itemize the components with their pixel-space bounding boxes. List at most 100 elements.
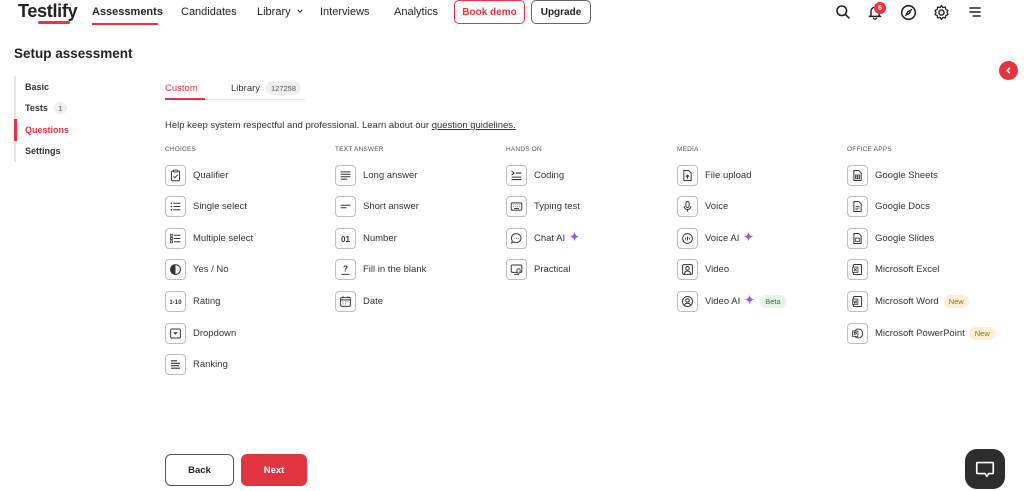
question-type-label: Google Docs [875,201,930,213]
question-type-label: Short answer [363,201,419,213]
step-tests[interactable]: Tests 1 [14,97,144,119]
step-questions[interactable]: Questions [14,119,144,141]
question-type-label: Video [705,264,730,276]
slides-icon [847,227,868,249]
question-type-label: Practical [534,264,571,276]
library-count-badge: 127258 [266,81,302,95]
compass-icon[interactable] [899,3,917,21]
question-type-voice[interactable]: Voice [677,196,728,218]
nav-assessments[interactable]: Assessments [92,6,163,18]
question-type-label: Single select [193,201,247,213]
step-settings[interactable]: Settings [14,140,144,162]
question-type-qualifier[interactable]: Qualifier [165,164,228,186]
svg-text:01: 01 [341,234,351,243]
question-type-typing-test[interactable]: Typing test [506,196,580,218]
question-type-rating[interactable]: 1-10 Rating [165,290,220,312]
question-guidelines-link[interactable]: question guidelines. [432,120,516,131]
question-type-label: Voice AI [705,232,740,244]
question-type-label: Chat AI [534,232,566,244]
question-type-long-answer[interactable]: Long answer [335,164,417,186]
tab-active-indicator [165,98,205,100]
question-type-date[interactable]: Date [335,290,383,312]
question-type-microsoft-word[interactable]: Microsoft Word New [847,290,969,312]
question-category-office-apps: OFFICE APPS Google Sheets Google Docs Googl… [847,146,1017,344]
nav-analytics[interactable]: Analytics [394,6,438,18]
menu-icon[interactable] [966,3,984,21]
step-label: Questions [25,124,70,135]
question-type-fill-in-the-blank[interactable]: ? Fill in the blank [335,259,426,281]
ai-sparkle-icon [744,294,755,308]
question-type-label: Microsoft Excel [875,264,940,276]
excel-icon [847,259,868,281]
category-title: TEXT ANSWER [335,146,384,153]
question-type-label: Long answer [363,169,418,181]
question-type-coding[interactable]: Coding [506,164,564,186]
question-type-label: Fill in the blank [363,264,427,276]
question-type-label: Ranking [193,359,228,371]
nav-library[interactable]: Library [257,6,304,18]
question-type-microsoft-powerpoint[interactable]: Microsoft PowerPoint New [847,322,995,344]
half-circle-icon [165,259,186,281]
question-type-label: Voice [705,201,729,213]
category-title: OFFICE APPS [847,146,892,153]
svg-text:?: ? [343,265,348,274]
powerpoint-icon [847,322,868,344]
dropdown-icon [165,322,186,344]
question-type-voice-ai[interactable]: Voice AI [677,227,754,249]
setup-steps: Basic Tests 1 Questions Settings [14,76,144,162]
video-icon [677,259,698,281]
back-button[interactable]: Back [165,454,234,486]
question-type-microsoft-excel[interactable]: Microsoft Excel [847,259,939,281]
gear-icon[interactable] [932,3,950,21]
question-type-yes-no[interactable]: Yes / No [165,259,229,281]
upgrade-button[interactable]: Upgrade [531,0,591,24]
tab-library[interactable]: Library [231,83,260,94]
question-type-google-slides[interactable]: Google Slides [847,227,934,249]
ai-sparkle-icon [569,231,580,245]
question-type-short-answer[interactable]: Short answer [335,196,419,218]
long-text-icon [335,164,356,186]
question-icon: ? [335,259,356,281]
question-type-single-select[interactable]: Single select [165,196,247,218]
question-type-label: Qualifier [193,169,229,181]
question-type-multiple-select[interactable]: Multiple select [165,227,253,249]
step-basic[interactable]: Basic [14,76,144,98]
question-type-ranking[interactable]: Ranking [165,354,228,376]
question-type-chat-ai[interactable]: Chat AI [506,227,580,249]
question-type-file-upload[interactable]: File upload [677,164,751,186]
question-type-label: Google Slides [875,232,935,244]
next-button[interactable]: Next [241,454,307,486]
book-demo-button[interactable]: Book demo [454,0,525,24]
question-type-video-ai[interactable]: Video AI Beta [677,290,786,312]
category-title: HANDS ON [506,146,542,153]
question-type-label: Typing test [534,201,580,213]
question-type-google-sheets[interactable]: Google Sheets [847,164,938,186]
question-type-practical[interactable]: Practical [506,259,570,281]
collapse-panel-button[interactable] [999,61,1018,80]
search-icon[interactable] [834,3,852,21]
word-icon [847,290,868,312]
svg-text:1-10: 1-10 [169,299,182,306]
logo[interactable]: Testlify [18,1,78,22]
support-chat-button[interactable] [965,449,1005,489]
calendar-icon [335,290,356,312]
question-category-choices: CHOICES Qualifier Single select Multiple se… [165,146,335,376]
logo-accent [38,21,70,24]
question-type-label: Yes / No [193,264,229,276]
help-text: Help keep system respectful and professi… [165,120,516,131]
category-title: MEDIA [677,146,699,153]
question-type-label: Video AI [705,295,741,307]
question-type-google-docs[interactable]: Google Docs [847,196,930,218]
nav-candidates[interactable]: Candidates [181,6,237,18]
question-type-video[interactable]: Video [677,259,729,281]
tab-custom[interactable]: Custom [165,83,198,94]
question-type-number[interactable]: 01 Number [335,227,397,249]
question-type-dropdown[interactable]: Dropdown [165,322,236,344]
question-type-label: Multiple select [193,232,254,244]
short-text-icon [335,196,356,218]
chat-bubble-icon [975,461,995,478]
help-message: Help keep system respectful and professi… [165,120,432,131]
nav-interviews[interactable]: Interviews [320,6,370,18]
question-type-label: Microsoft PowerPoint [875,327,965,339]
file-upload-icon [677,164,698,186]
